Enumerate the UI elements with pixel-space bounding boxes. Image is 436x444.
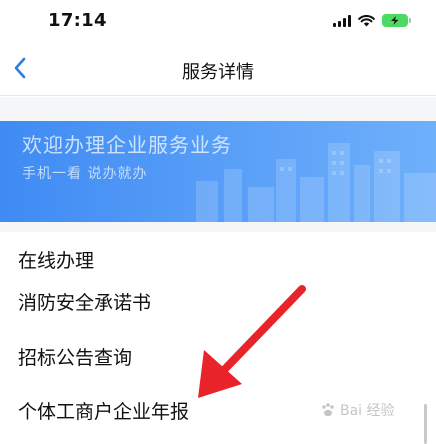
list-item-label: 消防安全承诺书 <box>18 292 152 314</box>
page-title: 服务详情 <box>182 62 254 83</box>
paw-logo-icon <box>322 403 334 417</box>
status-bar: 17:14 <box>0 0 436 44</box>
list-item-label: 招标公告查询 <box>18 347 133 369</box>
list-item-fire-safety-pledge[interactable]: 消防安全承诺书 <box>0 278 436 324</box>
wifi-icon <box>358 14 375 26</box>
status-time: 17:14 <box>48 10 107 31</box>
baidu-watermark: Bai 经验 <box>320 400 395 420</box>
welcome-banner: 欢迎办理企业服务业务 手机一看 说办就办 <box>0 121 436 222</box>
spacer <box>0 97 436 121</box>
scrollbar[interactable] <box>424 404 427 444</box>
status-icons <box>333 14 411 27</box>
list-item-tender-notice-query[interactable]: 招标公告查询 <box>0 333 436 379</box>
banner-subtitle: 手机一看 说办就办 <box>22 166 148 182</box>
nav-bar: 服务详情 <box>0 44 436 96</box>
signal-icon <box>333 14 351 27</box>
banner-title: 欢迎办理企业服务业务 <box>22 133 232 157</box>
list-item-label: 个体工商户企业年报 <box>18 401 190 423</box>
spacer <box>0 222 436 232</box>
watermark-text: Bai 经验 <box>340 403 395 419</box>
battery-icon <box>382 14 411 27</box>
section-title: 在线办理 <box>18 250 95 272</box>
